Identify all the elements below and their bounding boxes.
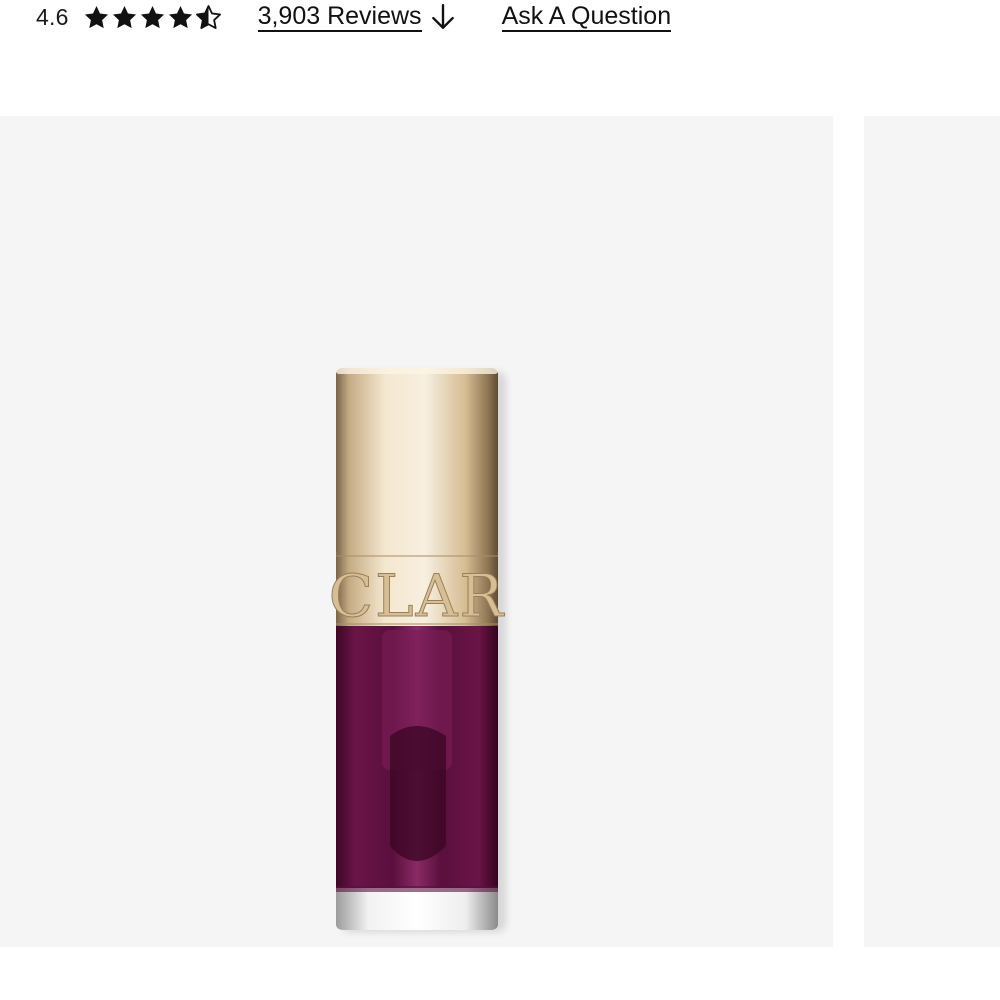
star-half-icon [195,4,221,29]
star-icon [168,5,192,28]
product-image-next[interactable] [864,116,1000,947]
star-icon [112,5,136,28]
star-icon [84,5,108,28]
product-image-main[interactable]: CLAR [0,116,833,947]
rating-bar: 4.6 3,903 Reviews Ask A Question [36,0,672,34]
ask-question-link[interactable]: Ask A Question [501,3,672,32]
rating-value: 4.6 [36,3,69,30]
reviews-link[interactable]: 3,903 Reviews [257,3,422,32]
star-icon [140,5,164,28]
product-image: CLAR [328,368,506,932]
arrow-down-icon[interactable] [430,3,456,31]
star-rating[interactable] [83,4,222,31]
reviews-link-group[interactable]: 3,903 Reviews [257,3,456,32]
svg-text:CLAR: CLAR [329,562,506,630]
